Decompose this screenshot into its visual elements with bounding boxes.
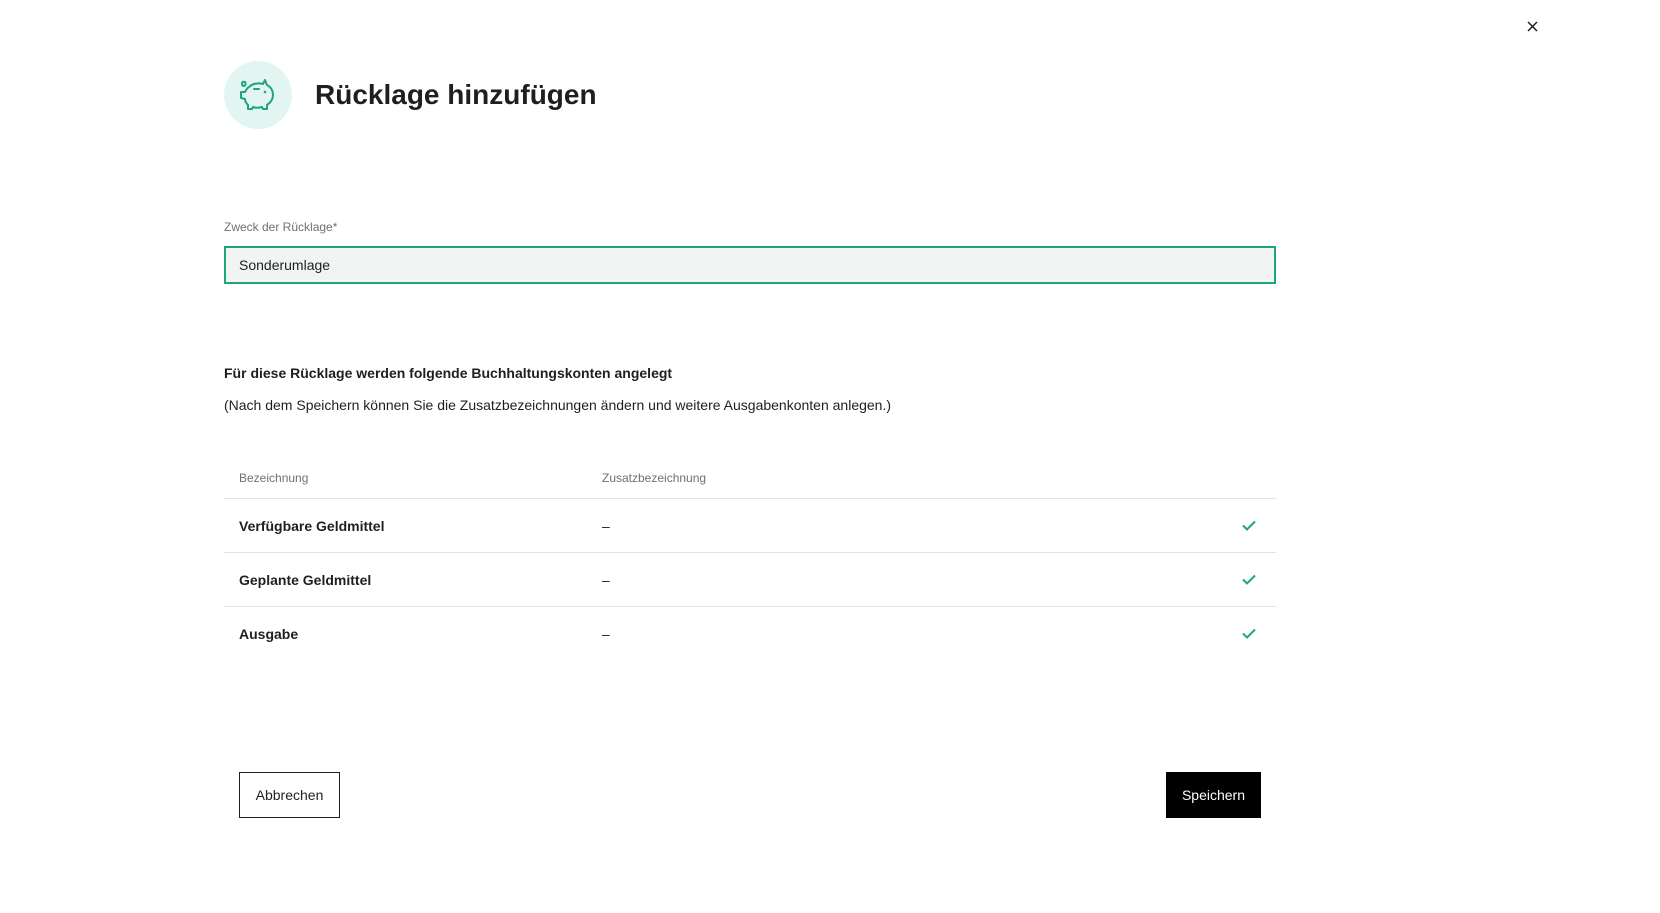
accounts-heading: Für diese Rücklage werden folgende Buchh… [224,365,673,381]
table-row: Verfügbare Geldmittel – [224,499,1276,553]
account-extra: – [602,517,610,534]
account-extra: – [602,571,610,588]
column-header-zusatzbezeichnung: Zusatzbezeichnung [602,471,707,485]
accounts-table: Bezeichnung Zusatzbezeichnung Verfügbare… [224,458,1276,660]
check-icon [1222,628,1276,639]
table-header: Bezeichnung Zusatzbezeichnung [224,458,1276,499]
account-extra: – [602,625,610,642]
dialog-header: Rücklage hinzufügen [224,61,597,129]
purpose-label: Zweck der Rücklage* [224,220,338,234]
purpose-input[interactable] [224,246,1276,284]
column-header-bezeichnung: Bezeichnung [239,471,309,485]
table-row: Ausgabe – [224,607,1276,660]
account-name: Geplante Geldmittel [239,571,372,588]
table-row: Geplante Geldmittel – [224,553,1276,607]
check-icon [1222,520,1276,531]
check-icon [1222,574,1276,585]
account-name: Ausgabe [239,625,299,642]
account-name: Verfügbare Geldmittel [239,517,385,534]
save-button[interactable]: Speichern [1166,772,1261,818]
dialog-title: Rücklage hinzufügen [315,79,597,110]
piggy-bank-icon [224,61,292,129]
close-button[interactable] [1522,16,1542,36]
close-icon [1526,20,1538,32]
accounts-note: (Nach dem Speichern können Sie die Zusat… [224,397,892,413]
cancel-button[interactable]: Abbrechen [239,772,340,818]
